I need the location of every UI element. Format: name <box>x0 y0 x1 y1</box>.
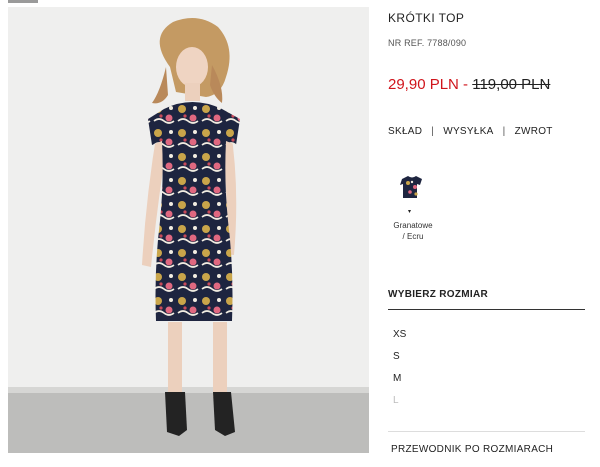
color-name: Granatowe / Ecru <box>388 220 438 242</box>
product-photo[interactable] <box>8 7 369 453</box>
size-option-s[interactable]: S <box>393 351 406 373</box>
link-shipping[interactable]: WYSYŁKA <box>443 126 493 137</box>
size-list: XS S M L <box>393 329 406 417</box>
original-price: 119,00 PLN <box>472 76 551 93</box>
model-illustration <box>8 18 369 453</box>
link-divider: | <box>431 126 435 137</box>
link-returns[interactable]: ZWROT <box>515 126 553 137</box>
product-title: KRÓTKI TOP <box>388 11 465 25</box>
color-name-line1: Granatowe <box>393 221 433 230</box>
chevron-down-icon: ▾ <box>408 209 412 215</box>
size-guide-link[interactable]: PRZEWODNIK PO ROZMIARACH <box>391 444 553 455</box>
price-separator: - <box>458 76 473 93</box>
product-reference: NR REF. 7788/090 <box>388 38 467 48</box>
size-option-m[interactable]: M <box>393 373 406 395</box>
link-composition[interactable]: SKŁAD <box>388 126 422 137</box>
info-links: SKŁAD | WYSYŁKA | ZWROT <box>388 126 553 137</box>
color-swatch-thumbnail[interactable] <box>398 173 426 205</box>
size-divider <box>388 309 585 310</box>
size-option-l: L <box>393 395 399 406</box>
link-divider: | <box>502 126 506 137</box>
product-info-panel: KRÓTKI TOP NR REF. 7788/090 29,90 PLN - … <box>388 0 588 467</box>
price-block: 29,90 PLN - 119,00 PLN <box>388 76 550 93</box>
size-option-xs[interactable]: XS <box>393 329 406 351</box>
sale-price: 29,90 PLN <box>388 76 459 93</box>
size-heading: WYBIERZ ROZMIAR <box>388 289 489 300</box>
color-name-line2: / Ecru <box>402 232 424 241</box>
guide-divider <box>388 431 585 432</box>
top-edge-bar <box>8 0 38 3</box>
